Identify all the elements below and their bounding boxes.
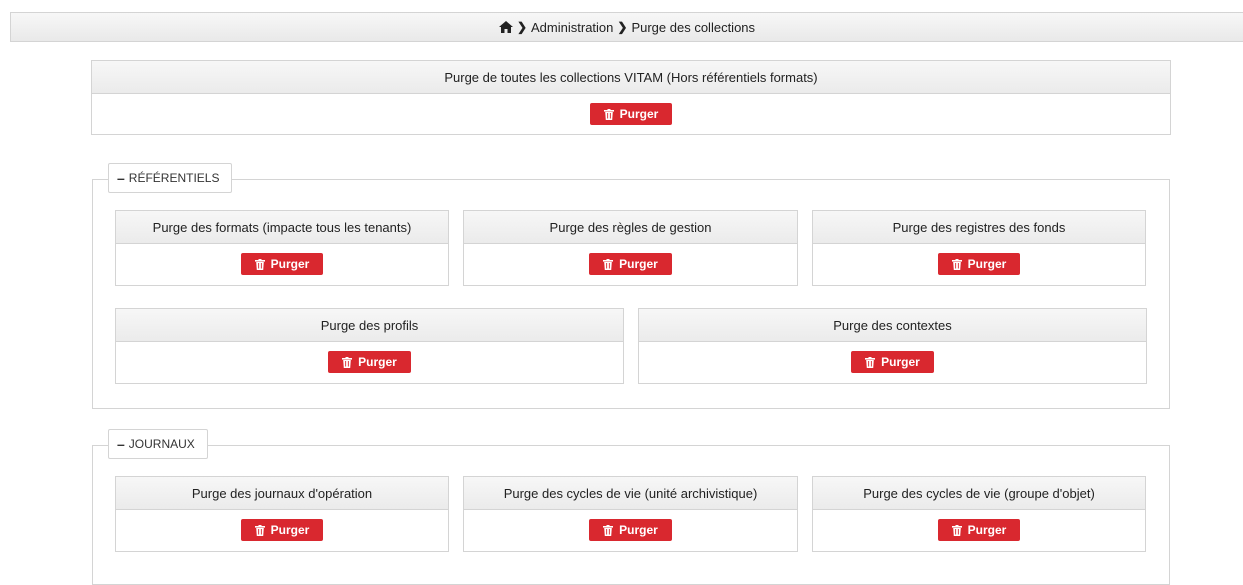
panel-purge-cycles-groupe: Purge des cycles de vie (groupe d'objet)… [812,476,1146,552]
panel-title: Purge des cycles de vie (groupe d'objet) [813,477,1145,510]
referentiels-legend: RÉFÉRENTIELS [128,171,220,185]
panel-title: Purge des cycles de vie (unité archivist… [464,477,797,510]
purge-contextes-button[interactable]: Purger [851,351,934,373]
panel-title: Purge des règles de gestion [464,211,797,244]
journaux-legend: JOURNAUX [128,437,195,451]
chevron-right-icon: ❯ [617,20,628,34]
trash-icon [254,258,265,270]
trash-icon [951,524,962,536]
panel-purge-formats: Purge des formats (impacte tous les tena… [115,210,449,286]
trash-icon [603,108,614,120]
panel-title: Purge des profils [116,309,623,342]
trash-icon [342,356,353,368]
purge-cycles-unite-button[interactable]: Purger [589,519,672,541]
panel-purge-regles: Purge des règles de gestion Purger [463,210,798,286]
trash-icon [254,524,265,536]
home-icon[interactable] [498,21,513,33]
trash-icon [603,258,614,270]
panel-purge-cycles-unite: Purge des cycles de vie (unité archivist… [463,476,798,552]
referentiels-toggle[interactable]: – RÉFÉRENTIELS [108,163,233,193]
panel-title: Purge des journaux d'opération [116,477,448,510]
breadcrumb-current: Purge des collections [631,19,756,35]
purge-journaux-button[interactable]: Purger [240,519,324,541]
minus-icon: – [117,436,125,452]
purge-formats-button[interactable]: Purger [240,253,324,275]
chevron-right-icon: ❯ [516,20,528,34]
purge-regles-button[interactable]: Purger [589,253,672,275]
breadcrumb-administration[interactable]: Administration [531,20,613,35]
panel-purge-journaux-operation: Purge des journaux d'opération Purger [115,476,449,552]
purge-all-button[interactable]: Purger [589,103,673,125]
panel-purge-all: Purge de toutes les collections VITAM (H… [91,60,1171,135]
panel-purge-profils: Purge des profils Purger [115,308,624,384]
breadcrumb: ❯ Administration ❯ Purge des collections [10,12,1243,42]
purge-registres-button[interactable]: Purger [937,253,1021,275]
trash-icon [951,258,962,270]
minus-icon: – [117,170,125,186]
purge-cycles-groupe-button[interactable]: Purger [937,519,1021,541]
panel-title: Purge des registres des fonds [813,211,1145,244]
panel-title: Purge de toutes les collections VITAM (H… [92,61,1170,94]
panel-title: Purge des formats (impacte tous les tena… [116,211,448,244]
purge-profils-button[interactable]: Purger [328,351,411,373]
panel-purge-contextes: Purge des contextes Purger [638,308,1147,384]
journaux-toggle[interactable]: – JOURNAUX [108,429,208,459]
trash-icon [603,524,614,536]
panel-title: Purge des contextes [639,309,1146,342]
trash-icon [865,356,876,368]
panel-purge-registres: Purge des registres des fonds Purger [812,210,1146,286]
